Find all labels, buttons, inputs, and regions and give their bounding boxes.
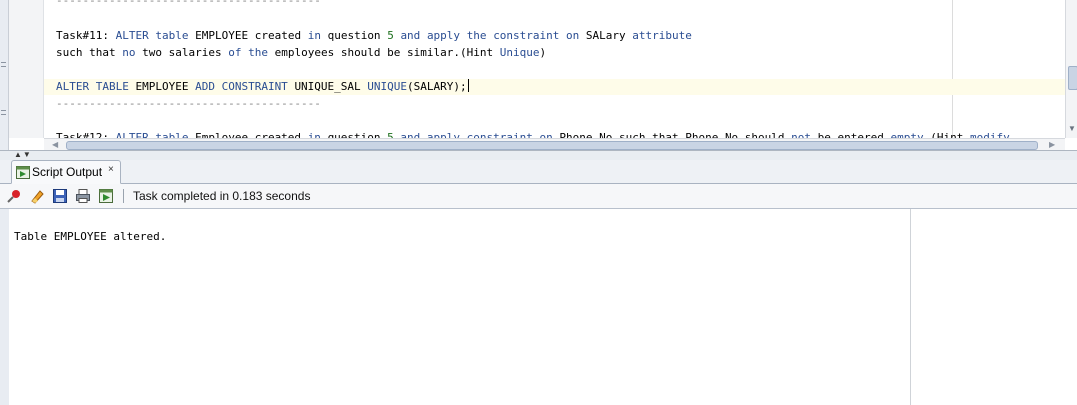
identifier: EMPLOYEE [195,29,249,42]
line-gutter [9,0,44,138]
keyword: Unique [499,46,540,59]
code-line-task11[interactable]: Task#11: ALTER table EMPLOYEE created in… [56,28,692,44]
output-message: Table EMPLOYEE altered. [14,230,167,243]
code-line-task11-cont[interactable]: such that no two salaries of the employe… [56,45,546,61]
right-margin-guide [952,0,953,138]
identifier: EMPLOYEE [135,80,189,93]
status-text: Task completed in 0.183 seconds [133,189,311,203]
splitter-collapse-arrows-icon[interactable]: ▲▼ [14,150,32,159]
output-tab-bar: Script Output × [0,160,1077,184]
scroll-right-arrow-icon[interactable]: ▶ [1049,139,1055,150]
output-divider [910,209,911,405]
separator-line: ---------------------------------------- [56,0,321,7]
task-label: Task#11: [56,29,109,42]
keyword: and [400,29,421,42]
editor-left-strip [0,0,9,150]
text-caret [467,79,469,92]
editor-vertical-scrollbar[interactable]: ▼ [1065,0,1077,138]
scroll-down-arrow-icon[interactable]: ▼ [1067,124,1077,134]
keyword: ALTER [115,29,149,42]
save-icon [53,189,67,203]
keyword: apply [426,29,461,42]
word: created [254,29,302,42]
word: such that [56,46,116,59]
keyword: constraint [493,29,560,42]
keyword: on [566,29,580,42]
keyword: in [307,29,321,42]
print-icon [76,189,90,203]
word: employees should be similar.(Hint [274,46,494,59]
tab-script-output[interactable]: Script Output × [11,160,121,184]
keyword: table [155,29,189,42]
identifier: UNIQUE_SAL [294,80,361,93]
clear-button[interactable] [28,187,46,205]
run-script-icon [99,189,113,203]
code-line-current-statement[interactable]: ALTER TABLE EMPLOYEE ADD CONSTRAINT UNIQ… [44,79,1067,95]
scrollbar-thumb[interactable] [66,141,1038,150]
pin-button[interactable] [5,187,23,205]
editor-horizontal-scrollbar[interactable]: ◀ ▶ [44,138,1065,150]
run-script-button[interactable] [97,187,115,205]
keyword: the [248,46,268,59]
paren: ) [539,46,547,59]
toolbar-separator [123,189,124,203]
number: 5 [387,29,394,42]
sql-worksheet-editor[interactable]: ----------------------------------------… [0,0,1077,150]
pin-icon [7,190,20,203]
close-icon[interactable]: × [108,164,114,175]
identifier: (SALARY); [407,80,467,93]
keyword: of [228,46,242,59]
identifier: SALary [585,29,626,42]
tab-label: Script Output [32,165,103,179]
eraser-icon [31,190,44,204]
keyword: UNIQUE [367,80,408,93]
keyword: the [466,29,487,42]
script-output-area[interactable]: Table EMPLOYEE altered. [9,209,1077,405]
keyword: no [122,46,136,59]
script-output-icon [16,165,30,179]
scrollbar-thumb[interactable] [1068,66,1077,90]
keyword: ADD CONSTRAINT [195,80,288,93]
keyword: attribute [632,29,692,42]
keyword: ALTER TABLE [56,80,129,93]
save-button[interactable] [51,187,69,205]
scroll-left-arrow-icon[interactable]: ◀ [52,139,58,150]
print-button[interactable] [74,187,92,205]
word: question [327,29,381,42]
separator-line: ---------------------------------------- [56,97,321,110]
output-toolbar: Task completed in 0.183 seconds [0,184,1077,209]
word: two salaries [142,46,222,59]
